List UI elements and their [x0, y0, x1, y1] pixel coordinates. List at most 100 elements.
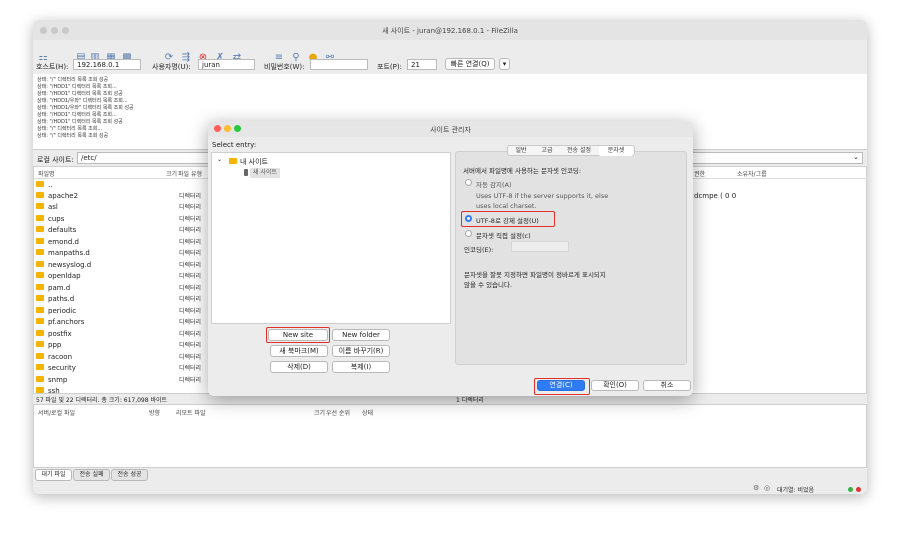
log-line: 상태: "/HDD1" 디렉터리 목록 조회... — [37, 112, 117, 118]
radio-force-utf8[interactable] — [465, 215, 472, 222]
col-owner-header[interactable]: 소유자/그룹 — [737, 169, 767, 178]
col-status-header[interactable]: 상태 — [362, 408, 373, 417]
list-item[interactable]: paths.d 디렉터리 — [36, 294, 201, 305]
charset-note: 않을 수 있습니다. — [464, 281, 513, 289]
list-item[interactable]: newsyslog.d 디렉터리 — [36, 260, 201, 271]
folder-icon — [36, 295, 44, 301]
col-perm-header[interactable]: 권한 — [694, 169, 705, 178]
tree-root-label[interactable]: 내 사이트 — [240, 157, 268, 167]
password-input[interactable] — [310, 59, 368, 70]
list-item[interactable]: pf.anchors 디렉터리 — [36, 317, 201, 328]
tab-queued-files[interactable]: 대기 파일 — [35, 469, 72, 481]
local-summary: 57 파일 및 22 디렉터리. 총 크기: 617,098 바이트 — [36, 397, 168, 404]
quickconnect-button[interactable]: 빠른 연결(Q) — [445, 58, 495, 70]
list-item[interactable]: security 디렉터리 — [36, 363, 201, 374]
radio-auto-detect[interactable] — [465, 179, 472, 186]
new-bookmark-button[interactable]: 새 북마크(M) — [270, 345, 328, 357]
user-input[interactable]: juran — [198, 59, 255, 70]
folder-icon — [36, 215, 44, 221]
radio-custom-charset[interactable] — [465, 230, 472, 237]
list-item[interactable]: apache2 디렉터리 — [36, 191, 201, 202]
list-item[interactable]: manpaths.d 디렉터리 — [36, 248, 201, 259]
folder-icon — [36, 353, 44, 359]
col-direction-header[interactable]: 방향 — [149, 408, 160, 417]
transfer-queue: 서버/로컬 파일 방향 리모트 파일 크기 우선 순위 상태 — [33, 404, 867, 468]
rename-button[interactable]: 이름 바꾸기(R) — [332, 345, 390, 357]
log-line: 상태: "/HDD1" 디렉터리 목록 조회 성공 — [37, 91, 123, 97]
list-item[interactable]: cups 디렉터리 — [36, 214, 201, 225]
encoding-input[interactable] — [511, 241, 569, 252]
list-item[interactable]: periodic 디렉터리 — [36, 306, 201, 317]
col-priority-header[interactable]: 우선 순위 — [326, 408, 350, 417]
log-line: 상태: "/" 디렉터리 목록 조회 성공 — [37, 133, 109, 139]
host-label: 호스트(H): — [36, 63, 69, 71]
delete-button[interactable]: 삭제(D) — [270, 361, 328, 373]
queue-status: 대기열: 비었음 — [777, 487, 815, 494]
list-item[interactable]: openldap 디렉터리 — [36, 271, 201, 282]
tab-failed-transfers[interactable]: 전송 실패 — [73, 469, 110, 481]
list-item[interactable]: racoon 디렉터리 — [36, 352, 201, 363]
col-size-header[interactable]: 크기 — [314, 408, 325, 417]
auto-detect-description: Uses UTF-8 if the server supports it, el… — [476, 192, 609, 200]
auto-detect-label: 자동 감지(A) — [476, 181, 512, 189]
port-input[interactable]: 21 — [407, 59, 437, 70]
list-item[interactable]: .. — [36, 180, 52, 191]
col-type-header[interactable]: 파일 유형 — [178, 169, 202, 178]
local-site-label: 로컬 사이트: — [37, 156, 74, 164]
auto-detect-description: uses local charset. — [476, 202, 537, 210]
host-input[interactable]: 192.168.0.1 — [73, 59, 141, 70]
connect-button[interactable]: 연결(C) — [537, 380, 585, 391]
folder-icon — [36, 272, 44, 278]
tree-item-new-site[interactable]: 새 사이트 — [250, 168, 280, 178]
folder-icon — [36, 341, 44, 347]
site-tree: ⌄ 내 사이트 새 사이트 — [211, 152, 451, 324]
new-folder-button[interactable]: New folder — [332, 329, 390, 341]
folder-icon — [36, 226, 44, 232]
quickconnect-dropdown-button[interactable]: ▾ — [499, 58, 510, 70]
list-item[interactable]: snmp 디렉터리 — [36, 375, 201, 386]
cancel-button[interactable]: 취소 — [643, 380, 691, 391]
tab-general[interactable]: 일반 — [508, 146, 534, 156]
duplicate-button[interactable]: 복제(I) — [332, 361, 390, 373]
folder-icon — [36, 261, 44, 267]
tab-advanced[interactable]: 고급 — [534, 146, 560, 156]
folder-icon — [36, 249, 44, 255]
folder-icon — [36, 284, 44, 290]
toolbar: ⚏ ▤ ▥ ▦ ▩ ⟳ ⇶ ⊗ ✗ ⇄ ≡ ⚲ ● ⚯ — [33, 34, 867, 63]
col-size-header[interactable]: 크기 — [166, 169, 177, 178]
speed-limit-icon[interactable]: ◎ — [764, 484, 770, 492]
table-row[interactable]: dcmpe ( 0 0 — [694, 191, 736, 202]
log-line: 상태: "/" 디렉터리 목록 조회... — [37, 126, 103, 132]
queue-tabs: 대기 파일 전송 실패 전송 성공 — [35, 469, 185, 481]
tab-charset[interactable]: 문자셋 — [599, 146, 633, 156]
ok-button[interactable]: 확인(O) — [591, 380, 639, 391]
list-item[interactable]: pam.d 디렉터리 — [36, 283, 201, 294]
chevron-down-icon[interactable]: ⌄ — [217, 156, 222, 163]
remote-summary: 1 디렉터리 — [456, 397, 484, 404]
folder-icon — [229, 158, 237, 164]
dialog-title-bar: 사이트 관리자 — [208, 121, 693, 137]
log-line: 상태: "/HDD1/우와" 디렉터리 목록 조회 성공 — [37, 105, 134, 111]
tab-transfer-settings[interactable]: 전송 설정 — [560, 146, 598, 156]
tab-successful-transfers[interactable]: 전송 성공 — [111, 469, 148, 481]
charset-heading: 서버에서 파일명에 사용하는 문자셋 인코딩: — [463, 167, 582, 175]
list-item[interactable]: ssh디렉터리 — [36, 386, 60, 394]
list-item[interactable]: ppp 디렉터리 — [36, 340, 201, 351]
log-line: 상태: "/" 디렉터리 목록 조회 성공 — [37, 77, 109, 83]
col-remote-header[interactable]: 리모트 파일 — [176, 408, 206, 417]
list-item[interactable]: emond.d 디렉터리 — [36, 237, 201, 248]
col-server-header[interactable]: 서버/로컬 파일 — [38, 408, 75, 417]
folder-icon — [36, 203, 44, 209]
gear-icon[interactable]: ⚙ — [753, 484, 759, 492]
list-item[interactable]: asl 디렉터리 — [36, 202, 201, 213]
port-label: 포트(P): — [377, 63, 402, 71]
chevron-down-icon[interactable]: ⌄ — [853, 153, 859, 161]
list-item[interactable]: postfix 디렉터리 — [36, 329, 201, 340]
send-indicator-icon — [856, 487, 861, 492]
folder-icon — [36, 387, 44, 393]
force-utf8-label: UTF-8로 강제 설정(U) — [476, 217, 539, 225]
col-name-header[interactable]: 파일명 — [38, 169, 55, 178]
folder-icon — [36, 307, 44, 313]
list-item[interactable]: defaults 디렉터리 — [36, 225, 201, 236]
site-manager-dialog: 사이트 관리자 Select entry: ⌄ 내 사이트 새 사이트 New … — [208, 121, 693, 396]
